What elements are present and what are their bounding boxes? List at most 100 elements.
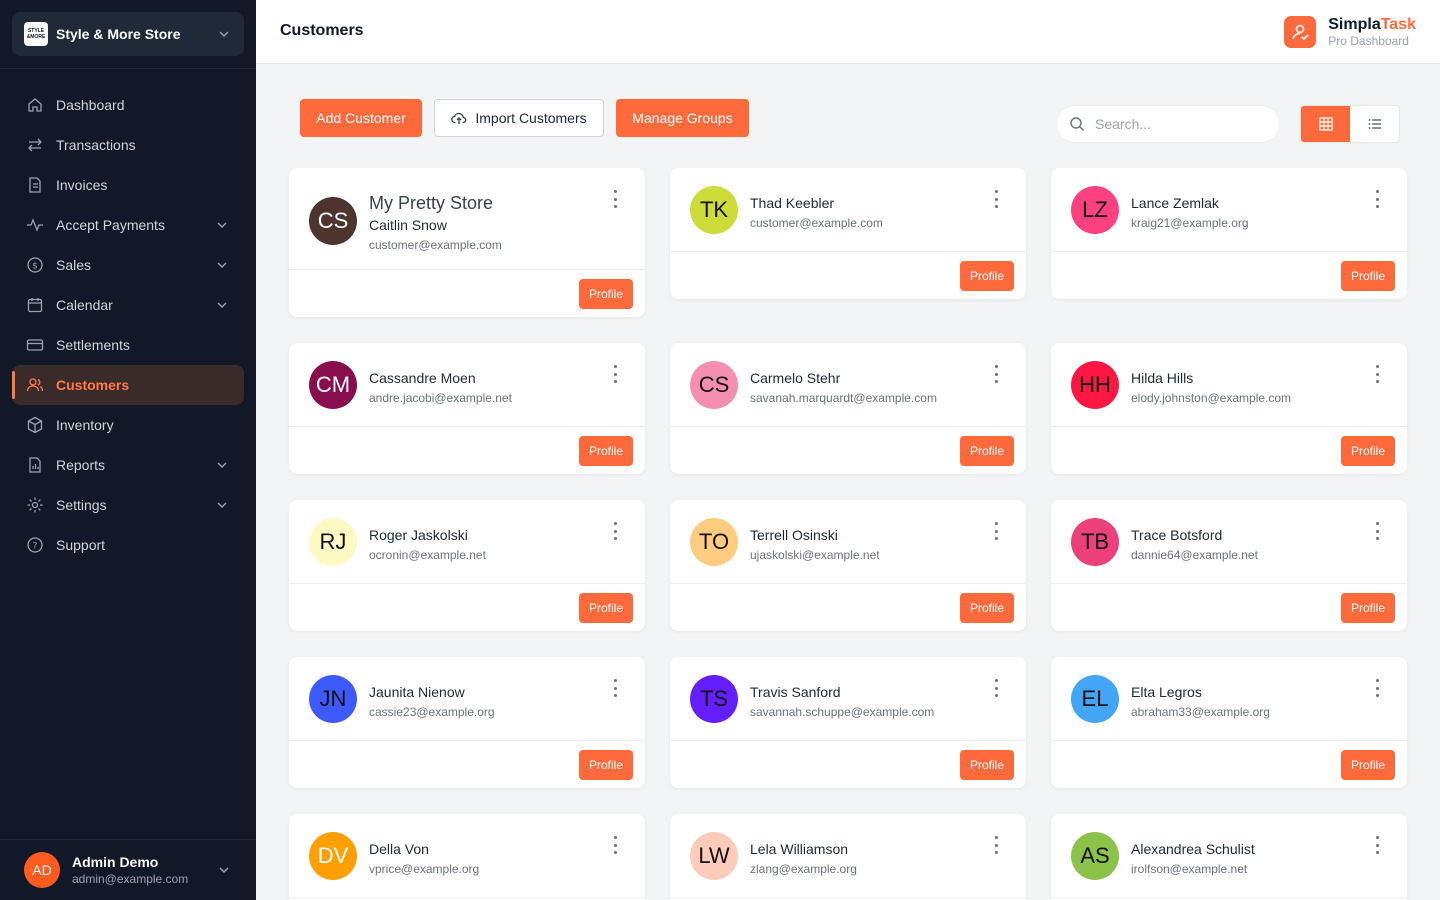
profile-button[interactable]: Profile: [959, 436, 1014, 466]
chevron-down-icon: [214, 297, 230, 313]
customer-email: dannie64@example.net: [1131, 548, 1258, 562]
more-options-icon[interactable]: [611, 522, 619, 540]
sidebar-item-dashboard[interactable]: Dashboard: [12, 85, 244, 125]
more-options-icon[interactable]: [992, 836, 1000, 854]
search-input[interactable]: [1095, 116, 1255, 132]
home-icon: [26, 96, 44, 114]
customer-info: Travis Sanford savannah.schuppe@example.…: [750, 683, 934, 720]
sidebar-item-label: Transactions: [56, 137, 136, 153]
sidebar-item-label: Sales: [56, 257, 92, 273]
customer-name: Caitlin Snow: [369, 217, 447, 233]
gear-icon: [26, 496, 44, 514]
page-title: Customers: [280, 22, 364, 39]
profile-button[interactable]: Profile: [1340, 436, 1395, 466]
customer-card: HH Hilda Hills elody.johnston@example.co…: [1051, 343, 1407, 474]
grid-icon: [1318, 117, 1333, 131]
profile-button[interactable]: Profile: [578, 279, 633, 309]
sidebar-item-accept-payments[interactable]: Accept Payments: [12, 205, 244, 245]
profile-button[interactable]: Profile: [1340, 750, 1395, 780]
sidebar-item-transactions[interactable]: Transactions: [12, 125, 244, 165]
box-icon: [26, 416, 44, 434]
brand-logo-icon: [1284, 16, 1317, 48]
more-options-icon[interactable]: [611, 679, 619, 697]
profile-button[interactable]: Profile: [578, 593, 633, 623]
customer-info: Trace Botsford dannie64@example.net: [1131, 526, 1258, 563]
sidebar-item-inventory[interactable]: Inventory: [12, 405, 244, 445]
more-options-icon[interactable]: [1373, 836, 1381, 854]
avatar: CS: [690, 361, 738, 409]
more-options-icon[interactable]: [992, 190, 1000, 208]
profile-button[interactable]: Profile: [959, 593, 1014, 623]
more-options-icon[interactable]: [992, 522, 1000, 540]
sidebar-item-label: Support: [56, 537, 106, 553]
search-box: [1056, 105, 1280, 143]
sidebar-item-calendar[interactable]: Calendar: [12, 285, 244, 325]
customer-info: Carmelo Stehr savanah.marquardt@example.…: [750, 369, 937, 406]
customer-card: AS Alexandrea Schulist irolfson@example.…: [1051, 814, 1407, 900]
profile-button[interactable]: Profile: [578, 750, 633, 780]
customer-info: Hilda Hills elody.johnston@example.com: [1131, 369, 1291, 406]
customer-name: Trace Botsford: [1131, 527, 1223, 543]
customer-info: Cassandre Moen andre.jacobi@example.net: [369, 369, 512, 406]
customer-card-header: CM Cassandre Moen andre.jacobi@example.n…: [289, 343, 645, 427]
import-customers-button[interactable]: Import Customers: [434, 99, 604, 137]
sidebar-item-sales[interactable]: $ Sales: [12, 245, 244, 285]
more-options-icon[interactable]: [611, 836, 619, 854]
arrows-icon: [26, 136, 44, 154]
customer-card-header: CS My Pretty Store Caitlin Snow customer…: [289, 168, 645, 270]
store-switcher[interactable]: STYLE &MORE Style & More Store: [12, 12, 244, 56]
sidebar: STYLE &MORE Style & More Store Dashboard …: [0, 0, 256, 900]
avatar: CS: [309, 197, 357, 245]
sidebar-item-settlements[interactable]: Settlements: [12, 325, 244, 365]
sidebar-item-reports[interactable]: Reports: [12, 445, 244, 485]
customer-card: LZ Lance Zemlak kraig21@example.org Prof…: [1051, 168, 1407, 299]
customer-email: kraig21@example.org: [1131, 216, 1249, 230]
customer-card: TO Terrell Osinski ujaskolski@example.ne…: [670, 500, 1026, 631]
avatar: AD: [24, 852, 60, 888]
avatar: RJ: [309, 518, 357, 566]
sidebar-item-settings[interactable]: Settings: [12, 485, 244, 525]
more-options-icon[interactable]: [992, 365, 1000, 383]
svg-text:?: ?: [33, 542, 38, 552]
sidebar-item-invoices[interactable]: Invoices: [12, 165, 244, 205]
profile-button[interactable]: Profile: [959, 261, 1014, 291]
avatar: EL: [1071, 675, 1119, 723]
more-options-icon[interactable]: [1373, 522, 1381, 540]
customer-card: TB Trace Botsford dannie64@example.net P…: [1051, 500, 1407, 631]
list-view-button[interactable]: [1350, 106, 1399, 142]
brand-text: SimplaTask Pro Dashboard: [1328, 16, 1416, 48]
more-options-icon[interactable]: [1373, 679, 1381, 697]
customer-email: abraham33@example.org: [1131, 705, 1270, 719]
profile-button[interactable]: Profile: [959, 750, 1014, 780]
customer-card-header: LW Lela Williamson zlang@example.org: [670, 814, 1026, 898]
more-options-icon[interactable]: [1373, 365, 1381, 383]
sidebar-item-customers[interactable]: Customers: [12, 365, 244, 405]
customer-card: RJ Roger Jaskolski ocronin@example.net P…: [289, 500, 645, 631]
brand-name-accent: Task: [1380, 16, 1416, 33]
sidebar-item-label: Invoices: [56, 177, 108, 193]
profile-button[interactable]: Profile: [1340, 593, 1395, 623]
more-options-icon[interactable]: [1373, 190, 1381, 208]
customer-name: Hilda Hills: [1131, 370, 1194, 386]
customer-card-header: HH Hilda Hills elody.johnston@example.co…: [1051, 343, 1407, 427]
customer-name: Thad Keebler: [750, 195, 835, 211]
sidebar-divider: [0, 68, 256, 69]
add-customer-button[interactable]: Add Customer: [300, 99, 422, 137]
customer-email: customer@example.com: [750, 216, 883, 230]
manage-groups-button[interactable]: Manage Groups: [616, 99, 749, 137]
user-info: Admin Demo admin@example.com: [72, 854, 216, 886]
customer-card-header: TB Trace Botsford dannie64@example.net: [1051, 500, 1407, 584]
profile-button[interactable]: Profile: [578, 436, 633, 466]
customer-name: Cassandre Moen: [369, 370, 476, 386]
sidebar-item-support[interactable]: ? Support: [12, 525, 244, 565]
user-menu[interactable]: AD Admin Demo admin@example.com: [0, 839, 256, 900]
more-options-icon[interactable]: [992, 679, 1000, 697]
profile-button[interactable]: Profile: [1340, 261, 1395, 291]
grid-view-button[interactable]: [1301, 106, 1350, 142]
more-options-icon[interactable]: [611, 190, 619, 208]
customer-info: Terrell Osinski ujaskolski@example.net: [750, 526, 880, 563]
more-options-icon[interactable]: [611, 365, 619, 383]
brand-name: SimplaTask: [1328, 16, 1416, 34]
customer-card-header: CS Carmelo Stehr savanah.marquardt@examp…: [670, 343, 1026, 427]
chevron-down-icon: [216, 26, 232, 42]
